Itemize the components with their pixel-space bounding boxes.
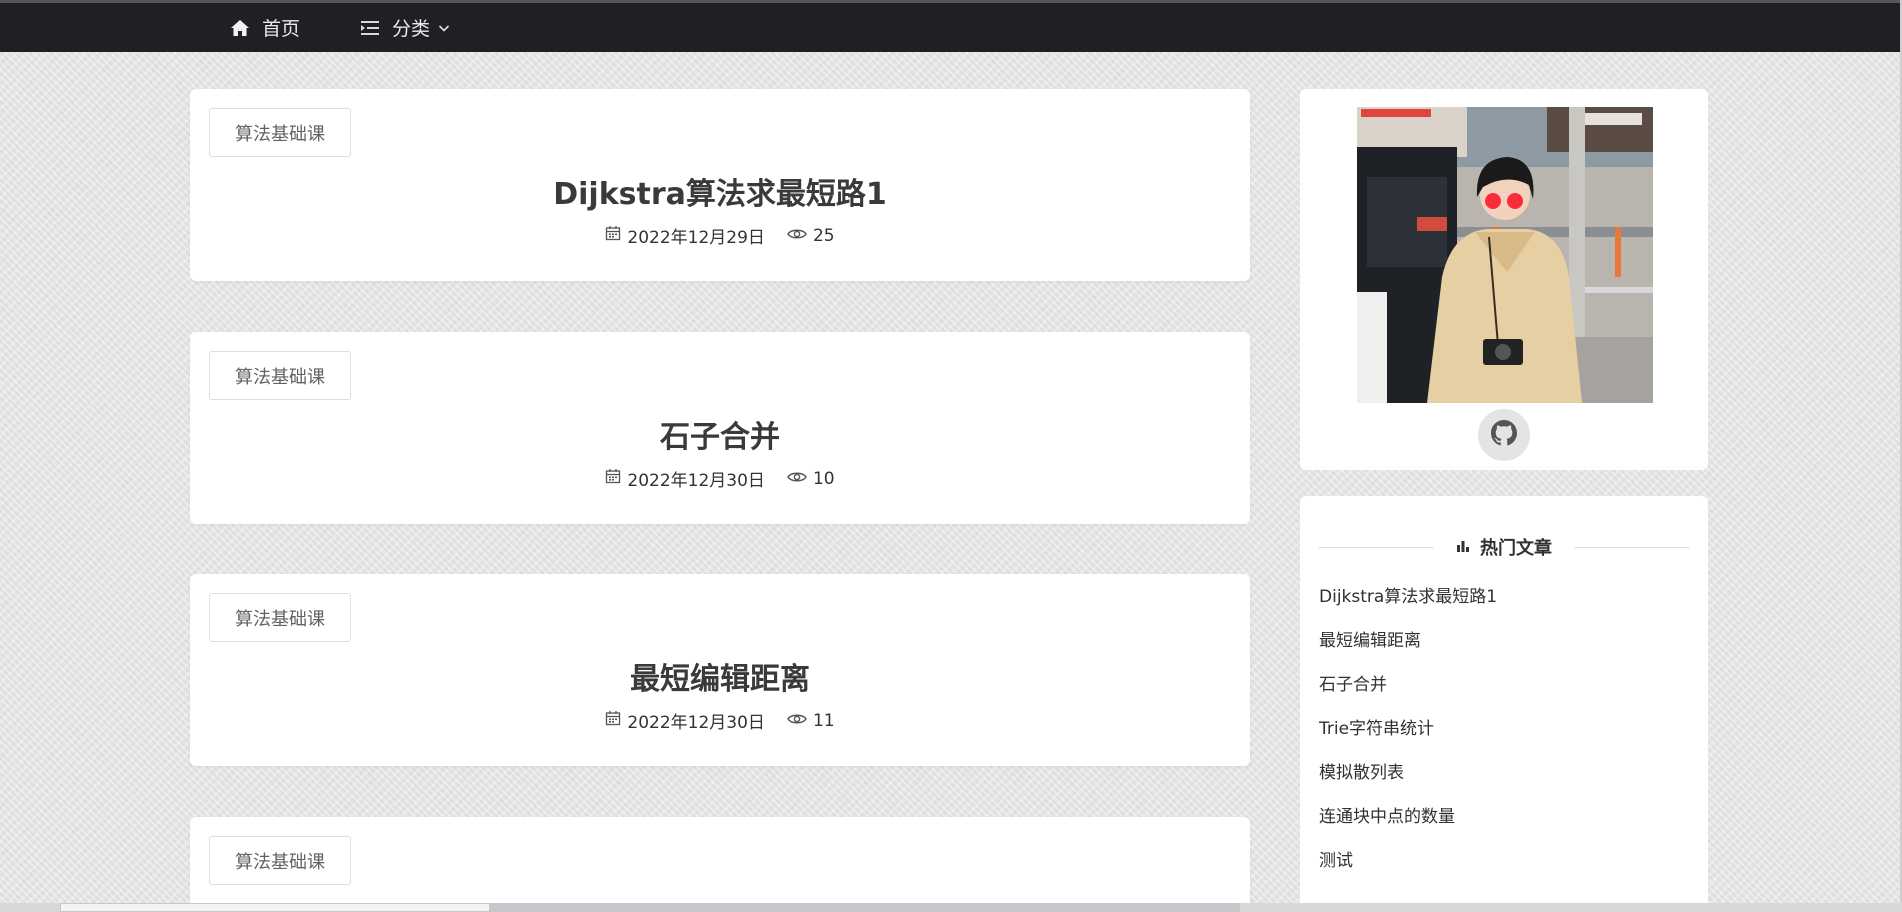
post-card[interactable]: 算法基础课 Dijkstra算法求最短路1 2022年12月29日 25	[190, 89, 1250, 281]
post-views: 25	[812, 225, 835, 246]
hot-article-link[interactable]: 最短编辑距离	[1319, 630, 1497, 674]
nav-home[interactable]: 首页	[230, 3, 300, 52]
calendar-icon	[605, 225, 621, 246]
hot-articles-title-text: 热门文章	[1480, 538, 1552, 559]
post-date: 2022年12月29日	[627, 228, 765, 248]
github-icon	[1491, 420, 1517, 450]
hot-article-link[interactable]: Dijkstra算法求最短路1	[1319, 586, 1497, 630]
taskbar-window[interactable]	[60, 903, 490, 912]
nav-category-dropdown[interactable]: 分类	[360, 3, 450, 52]
calendar-icon	[605, 468, 621, 489]
post-tag[interactable]: 算法基础课	[209, 351, 351, 400]
taskbar-strip	[0, 903, 1902, 912]
chevron-down-icon	[438, 23, 450, 33]
eye-icon	[787, 711, 807, 731]
bar-chart-icon	[1456, 537, 1470, 558]
post-card[interactable]: 算法基础课	[190, 817, 1250, 912]
divider	[1318, 546, 1434, 548]
post-tag[interactable]: 算法基础课	[209, 108, 351, 157]
hot-article-link[interactable]: 模拟散列表	[1319, 762, 1497, 806]
post-date: 2022年12月30日	[627, 471, 765, 491]
calendar-icon	[605, 710, 621, 731]
home-icon	[230, 18, 250, 38]
hot-articles-card: 热门文章 Dijkstra算法求最短路1 最短编辑距离 石子合并 Trie字符串…	[1300, 496, 1708, 912]
post-title[interactable]: 石子合并	[190, 412, 1250, 456]
taskbar-region	[490, 903, 1240, 912]
post-meta: 2022年12月29日 25	[190, 223, 1250, 248]
post-meta: 2022年12月30日 10	[190, 466, 1250, 491]
hot-article-link[interactable]: 测试	[1319, 850, 1497, 894]
post-tag[interactable]: 算法基础课	[209, 593, 351, 642]
hot-article-link[interactable]: 连通块中点的数量	[1319, 806, 1497, 850]
top-nav-bar: 首页 分类	[0, 0, 1900, 52]
github-button[interactable]	[1478, 409, 1530, 461]
eye-icon	[787, 469, 807, 489]
eye-icon	[787, 226, 807, 246]
avatar	[1357, 107, 1653, 403]
menu-fold-icon	[360, 19, 380, 37]
post-views: 11	[812, 710, 835, 731]
post-title[interactable]: Dijkstra算法求最短路1	[190, 169, 1250, 213]
hot-article-link[interactable]: 石子合并	[1319, 674, 1497, 718]
post-card[interactable]: 算法基础课 石子合并 2022年12月30日 10	[190, 332, 1250, 524]
profile-card	[1300, 89, 1708, 470]
post-tag[interactable]: 算法基础课	[209, 836, 351, 885]
hot-articles-title: 热门文章	[1456, 534, 1552, 560]
post-views: 10	[812, 468, 835, 489]
hot-articles-header: 热门文章	[1318, 534, 1690, 560]
hot-articles-list: Dijkstra算法求最短路1 最短编辑距离 石子合并 Trie字符串统计 模拟…	[1319, 586, 1497, 894]
post-title[interactable]: 最短编辑距离	[190, 654, 1250, 698]
nav-category-label: 分类	[392, 18, 431, 40]
post-date: 2022年12月30日	[627, 713, 765, 733]
post-card[interactable]: 算法基础课 最短编辑距离 2022年12月30日 11	[190, 574, 1250, 766]
divider	[1574, 546, 1690, 548]
post-meta: 2022年12月30日 11	[190, 708, 1250, 733]
hot-article-link[interactable]: Trie字符串统计	[1319, 718, 1497, 762]
nav-home-label: 首页	[262, 18, 301, 40]
